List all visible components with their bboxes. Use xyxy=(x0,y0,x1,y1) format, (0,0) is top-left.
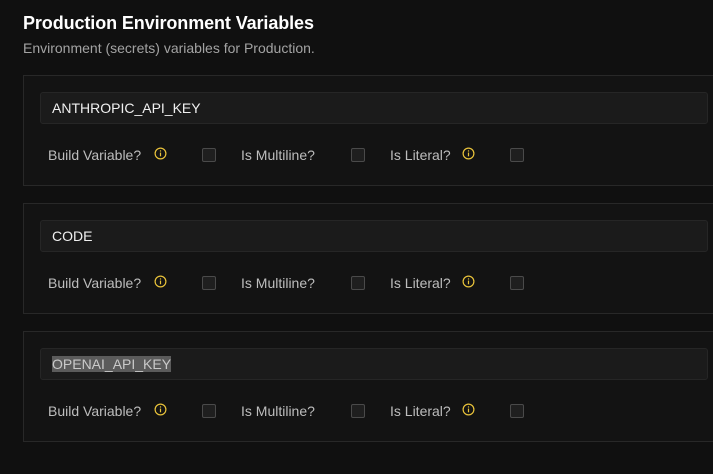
env-variable-card: OPENAI_API_KEY Build Variable? Is Multil… xyxy=(23,331,713,442)
info-circle-icon[interactable] xyxy=(462,275,475,288)
is-multiline-checkbox[interactable] xyxy=(351,404,365,418)
is-multiline-label: Is Multiline? xyxy=(241,275,315,291)
info-circle-icon[interactable] xyxy=(154,147,167,160)
is-literal-label: Is Literal? xyxy=(390,147,451,163)
is-multiline-checkbox[interactable] xyxy=(351,276,365,290)
info-circle-icon[interactable] xyxy=(462,403,475,416)
is-literal-checkbox[interactable] xyxy=(510,276,524,290)
variable-key-field[interactable]: ANTHROPIC_API_KEY xyxy=(40,92,708,124)
build-variable-checkbox[interactable] xyxy=(202,276,216,290)
is-literal-label: Is Literal? xyxy=(390,403,451,419)
variable-key-text: CODE xyxy=(52,228,93,244)
variable-key-text: OPENAI_API_KEY xyxy=(52,356,172,372)
build-variable-checkbox[interactable] xyxy=(202,148,216,162)
variable-key-text: ANTHROPIC_API_KEY xyxy=(52,100,201,116)
variable-options-row: Build Variable? Is Multiline? Is Literal… xyxy=(48,274,648,294)
info-circle-icon[interactable] xyxy=(462,147,475,160)
build-variable-label: Build Variable? xyxy=(48,147,142,163)
page-title: Production Environment Variables xyxy=(23,13,314,33)
info-circle-icon[interactable] xyxy=(154,403,167,416)
page-subtitle: Environment (secrets) variables for Prod… xyxy=(23,40,315,56)
production-env-variables-page: Production Environment Variables Environ… xyxy=(0,0,713,474)
is-literal-checkbox[interactable] xyxy=(510,404,524,418)
build-variable-label: Build Variable? xyxy=(48,403,142,419)
info-circle-icon[interactable] xyxy=(154,275,167,288)
build-variable-label: Build Variable? xyxy=(48,275,142,291)
variable-key-field[interactable]: CODE xyxy=(40,220,708,252)
variable-key-field[interactable]: OPENAI_API_KEY xyxy=(40,348,708,380)
variable-options-row: Build Variable? Is Multiline? Is Literal… xyxy=(48,146,648,166)
variable-options-row: Build Variable? Is Multiline? Is Literal… xyxy=(48,402,648,422)
is-literal-checkbox[interactable] xyxy=(510,148,524,162)
env-variable-card: CODE Build Variable? Is Multiline? Is Li… xyxy=(23,203,713,314)
is-multiline-label: Is Multiline? xyxy=(241,403,315,419)
build-variable-checkbox[interactable] xyxy=(202,404,216,418)
is-multiline-checkbox[interactable] xyxy=(351,148,365,162)
env-variable-card: ANTHROPIC_API_KEY Build Variable? Is Mul… xyxy=(23,75,713,186)
is-literal-label: Is Literal? xyxy=(390,275,451,291)
is-multiline-label: Is Multiline? xyxy=(241,147,315,163)
